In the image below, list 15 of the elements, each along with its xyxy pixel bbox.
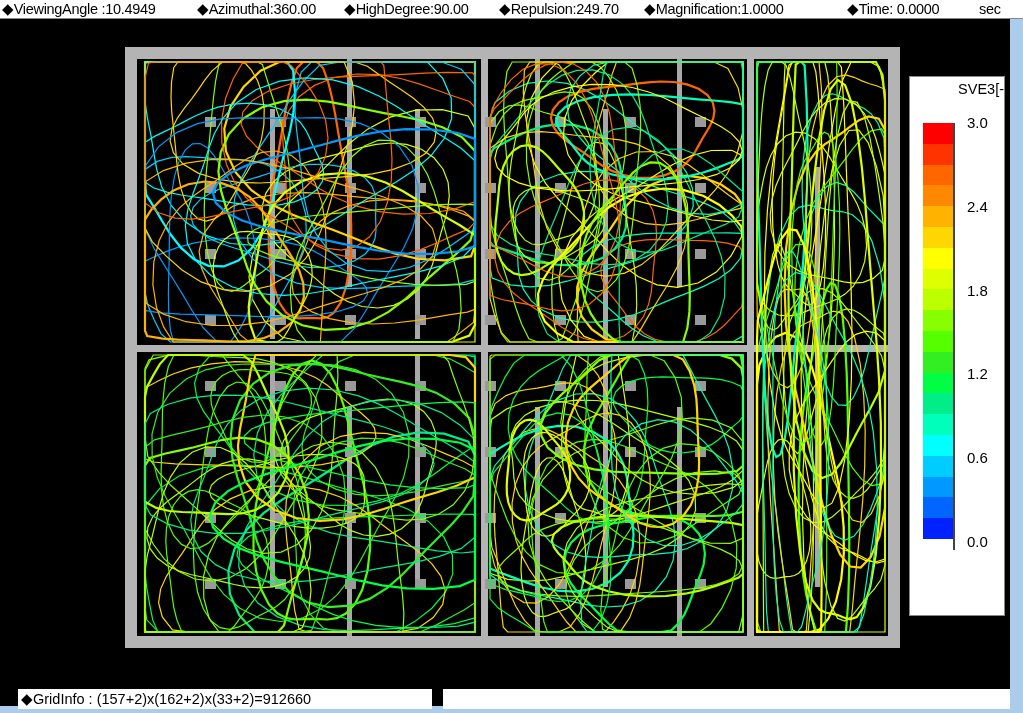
scale-label: 3.0 (967, 114, 988, 131)
scale-label: 0.0 (967, 533, 988, 550)
time-unit: sec (978, 1, 1002, 17)
parameter-readout: ◆Repulsion:249.70 (499, 1, 620, 17)
scale-label: 2.4 (967, 197, 988, 215)
parameter-readout: ◆ViewingAngle :10.4949 (2, 1, 157, 17)
parameter-readout: ◆HighDegree:90.00 (344, 1, 470, 17)
scale-label: 1.2 (967, 365, 988, 383)
parameter-readout: ◆Time: 0.0000 (847, 1, 941, 17)
grid-info-text: ◆GridInfo : (157+2)x(162+2)x(33+2)=912660 (18, 689, 432, 709)
parameter-readout: ◆Magnification:1.0000 (644, 1, 785, 17)
legend-title: SVE3[- (957, 80, 1004, 99)
parameter-readout: ◆Azimuthal:360.00 (197, 1, 317, 17)
scale-label: 0.6 (967, 449, 988, 467)
scale-label: 1.8 (967, 281, 988, 299)
